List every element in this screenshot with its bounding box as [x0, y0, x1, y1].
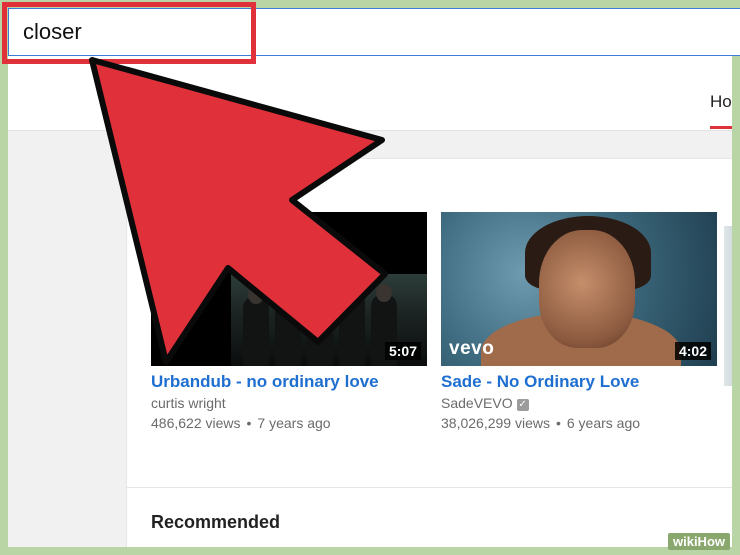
wikihow-watermark: wikiHow: [667, 533, 730, 550]
pointer-arrow-icon: [89, 57, 388, 365]
